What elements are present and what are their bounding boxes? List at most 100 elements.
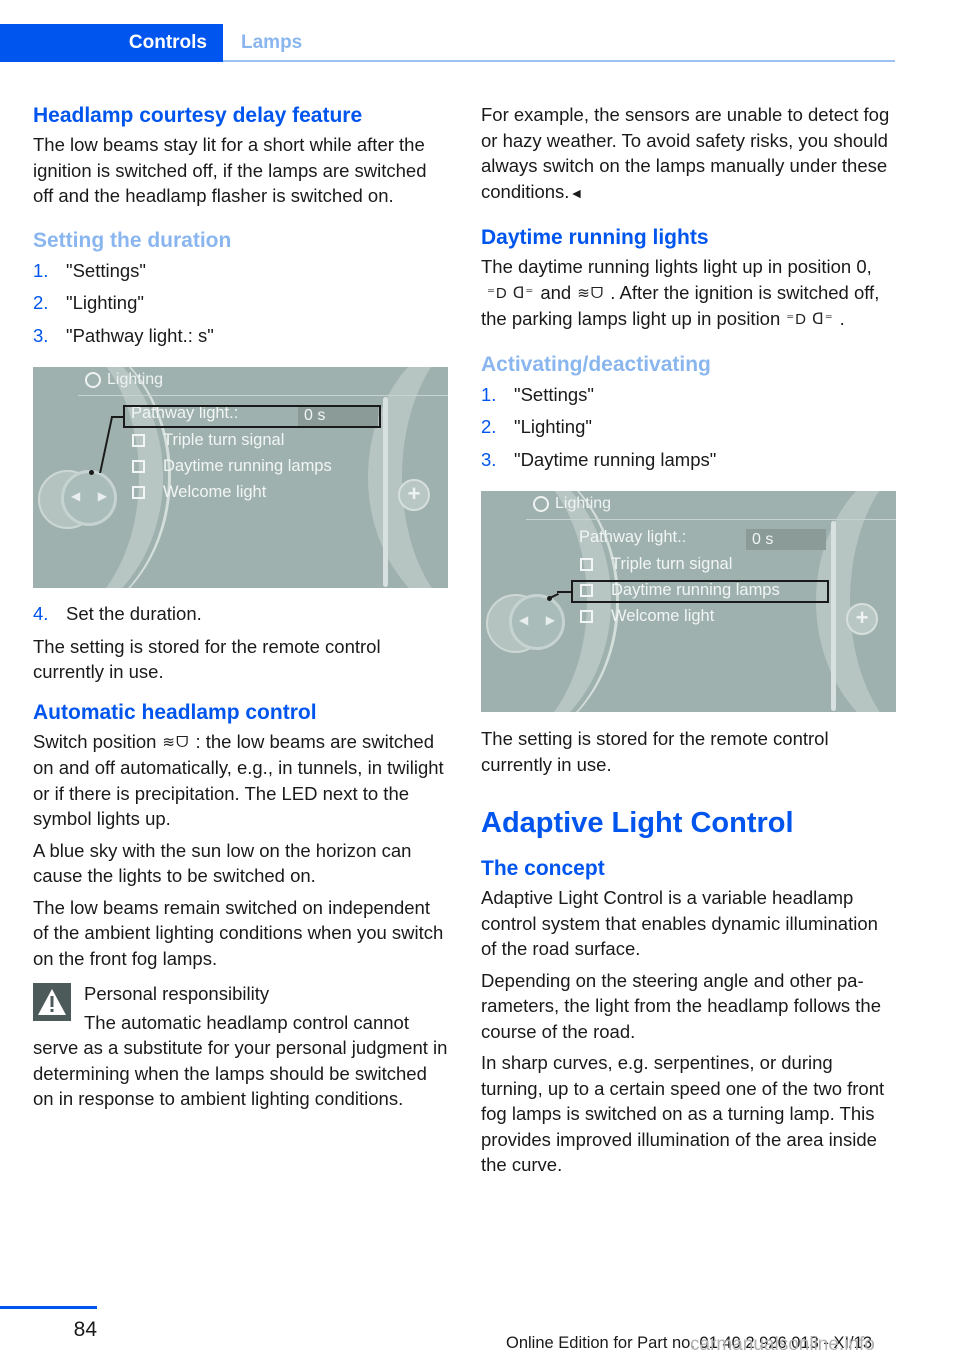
activating-note: The setting is stored for the remote con… <box>481 728 829 775</box>
drl-body: The daytime running lights light up in p… <box>481 254 897 333</box>
highlight-box <box>571 580 829 603</box>
heading-adaptive-light-control: Adaptive Light Control <box>481 807 794 839</box>
auto-p1: Switch position ≋ᗜ: the low beams are swi… <box>33 729 449 832</box>
tab-controls[interactable]: Controls <box>0 24 223 62</box>
duration-note: The setting is stored for the remote con… <box>33 635 381 683</box>
alc-p3: In sharp curves, e.g. serpentines, or du… <box>481 1052 885 1175</box>
leader-dot <box>89 470 94 475</box>
controller-knob: ◀ ▶ <box>61 470 117 526</box>
step-number: 3. <box>481 448 497 470</box>
option-row: Welcome light <box>131 483 266 502</box>
step-number: 1. <box>481 383 497 405</box>
tab-lamps[interactable]: Lamps <box>241 24 302 60</box>
checkbox <box>580 558 593 571</box>
auto-p3: The low beams remain switched on indepen… <box>33 896 444 969</box>
fog-intro: For example, the sensors are unable to d… <box>481 102 897 206</box>
list-item: 2. "Lighting" <box>33 287 449 320</box>
heading-daytime-running-lights: Daytime running lights <box>481 226 709 249</box>
alc-p1: Adaptive Light Control is a variable hea… <box>481 887 878 959</box>
option-row: Triple turn signal <box>131 431 284 450</box>
drl-text-a: The daytime running lights light up in p… <box>481 256 872 277</box>
step-text: "Lighting" <box>514 416 592 437</box>
checkbox <box>580 610 593 623</box>
controller-knob: ◀ ▶ <box>509 594 565 650</box>
step-text: "Settings" <box>66 259 146 281</box>
parking-lights-icon: ⁼D ᗡ⁼ <box>786 311 834 328</box>
title-divider <box>526 519 896 520</box>
footer-rule <box>0 1306 97 1309</box>
heading-activating: Activating/deactivating <box>481 352 711 376</box>
pathway-value: 0 s <box>746 529 826 550</box>
warning-block: Personal responsibility The automatic he… <box>33 981 449 1112</box>
heading-the-concept: The concept <box>481 857 605 880</box>
duration-steps: 1. "Settings" 2. "Lighting" 3. "Pathway lig… <box>33 255 449 353</box>
end-mark-icon: ◄ <box>569 184 584 201</box>
step-text: "Settings" <box>514 383 594 405</box>
header-divider <box>223 60 895 62</box>
step-text: "Lighting" <box>66 292 144 313</box>
option-label: Triple turn signal <box>163 431 285 449</box>
list-item: 3. "Pathway light.: s" <box>33 320 449 353</box>
scroll-rail <box>831 521 836 711</box>
step-text: "Pathway light.: s" <box>66 324 214 346</box>
scroll-rail <box>383 397 388 587</box>
left-column: Headlamp courtesy delay feature The low … <box>33 102 449 1112</box>
watermark: carmanualsonline.info <box>690 1334 875 1355</box>
heading-setting-duration: Setting the duration <box>33 228 232 252</box>
checkbox <box>132 486 145 499</box>
warning-body: The automatic headlamp control cannot se… <box>33 1011 448 1110</box>
warning-triangle-icon <box>33 983 71 1021</box>
option-row: Triple turn signal <box>579 555 732 574</box>
pathway-label: Pathway light.: <box>579 528 687 546</box>
pathway-light-row: Pathway light.: <box>579 528 686 547</box>
step-number: 2. <box>33 292 49 313</box>
leader-line <box>557 591 572 593</box>
warning-title: Personal responsibility <box>84 983 270 1004</box>
option-row: Daytime running lamps <box>131 457 332 476</box>
highlight-box <box>123 405 381 428</box>
arrow-left-icon: ◀ <box>71 489 81 503</box>
screen-title-text: Lighting <box>555 495 612 512</box>
leader-dot <box>547 596 552 601</box>
alc-p2: Depending on the steering angle and othe… <box>481 969 881 1042</box>
screen-title-text: Lighting <box>107 371 164 388</box>
settings-gear-icon <box>533 496 549 512</box>
step-number: 1. <box>33 259 49 281</box>
option-label: Daytime running lamps <box>163 457 332 475</box>
header-tabs: Controls Lamps <box>0 24 895 62</box>
arrow-right-icon: ▶ <box>545 613 555 627</box>
title-divider <box>78 395 448 396</box>
right-column: For example, the sensors are unable to d… <box>481 102 897 1178</box>
step-number: 3. <box>33 324 49 346</box>
idrive-screen-pathway: Lighting ◀ ▶ + Pathway light.: 0 s Tripl… <box>33 367 448 588</box>
checkbox <box>132 434 145 447</box>
list-item: 3. "Daytime running lamps" <box>481 444 897 477</box>
duration-step-4: 4. Set the duration. <box>33 598 449 631</box>
screen-bezel-right <box>368 367 448 588</box>
plus-icon: + <box>846 603 878 635</box>
page-number: 84 <box>73 1318 97 1341</box>
parking-lights-icon: ⁼D ᗡ⁼ <box>487 284 535 302</box>
auto-p1-before: Switch position <box>33 730 157 752</box>
step-number: 4. <box>33 603 49 624</box>
drl-text-and: and <box>540 281 572 303</box>
option-label: Triple turn signal <box>611 555 733 573</box>
option-row: Welcome light <box>579 607 714 626</box>
auto-headlamp-icon: ≋ᗜ <box>162 733 190 751</box>
screen-title: Lighting <box>533 495 611 513</box>
settings-gear-icon <box>85 372 101 388</box>
idrive-screen-daytime: Lighting ◀ ▶ + Pathway light.: 0 s Tripl… <box>481 491 896 712</box>
auto-p2: A blue sky with the sun low on the horiz… <box>33 839 412 887</box>
fog-intro-text: For example, the sensors are unable to d… <box>481 104 890 202</box>
list-item: 2. "Lighting" <box>481 411 897 444</box>
step-number: 2. <box>481 416 497 437</box>
auto-headlamp-icon: ≋ᗜ <box>577 284 605 302</box>
option-label: Welcome light <box>163 483 267 501</box>
list-item: 1. "Settings" <box>481 379 897 412</box>
courtesy-body: The low beams stay lit for a short while… <box>33 134 427 206</box>
activating-steps: 1. "Settings" 2. "Lighting" 3. "Daytime run… <box>481 379 897 477</box>
checkbox <box>132 460 145 473</box>
list-item: 4. Set the duration. <box>33 598 449 631</box>
heading-courtesy-delay: Headlamp courtesy delay feature <box>33 104 363 127</box>
arrow-right-icon: ▶ <box>97 489 107 503</box>
